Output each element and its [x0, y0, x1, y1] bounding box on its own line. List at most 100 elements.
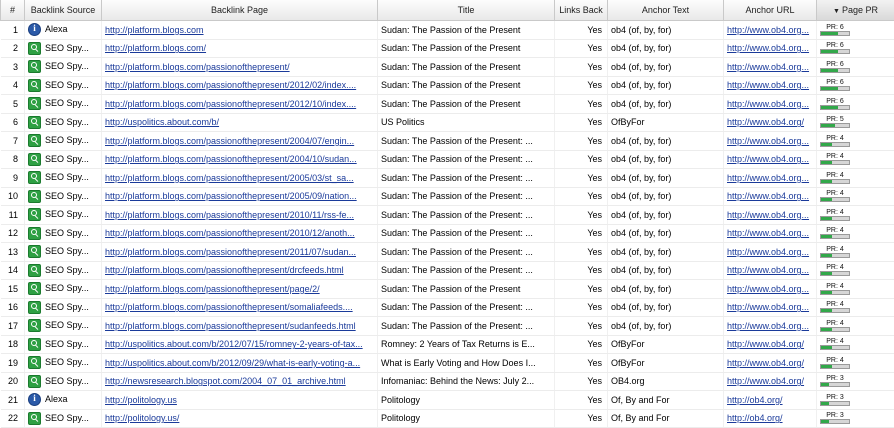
anchor-url-link[interactable]: http://www.ob4.org/ [727, 376, 804, 386]
table-row[interactable]: 4SEO Spy...http://platform.blogs.com/pas… [1, 76, 894, 95]
pagerank-bar [820, 253, 850, 258]
backlink-page-link[interactable]: http://newsresearch.blogspot.com/2004_07… [105, 376, 346, 386]
column-header-anchor-text[interactable]: Anchor Text [608, 0, 724, 21]
backlink-page-link[interactable]: http://platform.blogs.com/passionofthepr… [105, 173, 354, 183]
column-header-anchor-url[interactable]: Anchor URL [724, 0, 817, 21]
backlink-page-link[interactable]: http://platform.blogs.com [105, 25, 204, 35]
backlink-page-cell: http://platform.blogs.com/passionofthepr… [102, 95, 378, 114]
anchor-url-link[interactable]: http://www.ob4.org... [727, 62, 809, 72]
table-row[interactable]: 9SEO Spy...http://platform.blogs.com/pas… [1, 169, 894, 188]
table-row[interactable]: 19SEO Spy...http://uspolitics.about.com/… [1, 354, 894, 373]
backlink-source-label: SEO Spy... [45, 61, 89, 71]
column-header-backlink-source[interactable]: Backlink Source [25, 0, 102, 21]
anchor-url-link[interactable]: http://www.ob4.org... [727, 247, 809, 257]
seo-spyglass-icon [28, 97, 41, 110]
table-row[interactable]: 1Alexahttp://platform.blogs.comSudan: Th… [1, 21, 894, 40]
anchor-url-link[interactable]: http://www.ob4.org/ [727, 117, 804, 127]
anchor-url-link[interactable]: http://www.ob4.org... [727, 210, 809, 220]
backlink-page-link[interactable]: http://uspolitics.about.com/b/2012/09/29… [105, 358, 360, 368]
table-row[interactable]: 22SEO Spy...http://politology.us/Politol… [1, 409, 894, 428]
backlink-page-link[interactable]: http://platform.blogs.com/passionofthepr… [105, 247, 356, 257]
anchor-url-link[interactable]: http://www.ob4.org... [727, 265, 809, 275]
anchor-url-link[interactable]: http://www.ob4.org... [727, 173, 809, 183]
table-row[interactable]: 16SEO Spy...http://platform.blogs.com/pa… [1, 298, 894, 317]
table-row[interactable]: 2SEO Spy...http://platform.blogs.com/Sud… [1, 39, 894, 58]
table-row[interactable]: 13SEO Spy...http://platform.blogs.com/pa… [1, 243, 894, 262]
title-cell: Sudan: The Passion of the Present: ... [378, 298, 555, 317]
table-row[interactable]: 12SEO Spy...http://platform.blogs.com/pa… [1, 224, 894, 243]
page-pr-cell: PR: 6 [817, 21, 894, 40]
anchor-url-link[interactable]: http://www.ob4.org... [727, 284, 809, 294]
table-row[interactable]: 3SEO Spy...http://platform.blogs.com/pas… [1, 58, 894, 77]
backlink-page-link[interactable]: http://platform.blogs.com/passionofthepr… [105, 228, 355, 238]
table-row[interactable]: 15SEO Spy...http://platform.blogs.com/pa… [1, 280, 894, 299]
backlink-page-link[interactable]: http://platform.blogs.com/ [105, 43, 206, 53]
backlink-source-label: SEO Spy... [45, 283, 89, 293]
backlink-page-link[interactable]: http://politology.us [105, 395, 177, 405]
backlink-page-link[interactable]: http://platform.blogs.com/passionofthepr… [105, 210, 354, 220]
backlink-page-link[interactable]: http://platform.blogs.com/passionofthepr… [105, 136, 354, 146]
table-row[interactable]: 14SEO Spy...http://platform.blogs.com/pa… [1, 261, 894, 280]
backlink-source-cell: SEO Spy... [25, 261, 102, 280]
anchor-url-link[interactable]: http://www.ob4.org... [727, 43, 809, 53]
backlink-page-link[interactable]: http://platform.blogs.com/passionofthepr… [105, 62, 290, 72]
anchor-url-link[interactable]: http://www.ob4.org/ [727, 358, 804, 368]
table-row[interactable]: 10SEO Spy...http://platform.blogs.com/pa… [1, 187, 894, 206]
pagerank-label: PR: 6 [820, 79, 850, 86]
column-header-title[interactable]: Title [378, 0, 555, 21]
anchor-url-link[interactable]: http://ob4.org/ [727, 395, 783, 405]
title-cell: Sudan: The Passion of the Present: ... [378, 132, 555, 151]
column-header-backlink-page[interactable]: Backlink Page [102, 0, 378, 21]
anchor-url-link[interactable]: http://www.ob4.org... [727, 136, 809, 146]
pagerank-bar [820, 197, 850, 202]
backlink-source-label: SEO Spy... [45, 228, 89, 238]
backlink-source-label: SEO Spy... [45, 154, 89, 164]
table-row[interactable]: 8SEO Spy...http://platform.blogs.com/pas… [1, 150, 894, 169]
backlink-page-link[interactable]: http://platform.blogs.com/passionofthepr… [105, 99, 356, 109]
anchor-url-cell: http://www.ob4.org... [724, 243, 817, 262]
table-row[interactable]: 5SEO Spy...http://platform.blogs.com/pas… [1, 95, 894, 114]
anchor-url-link[interactable]: http://www.ob4.org/ [727, 339, 804, 349]
table-row[interactable]: 17SEO Spy...http://platform.blogs.com/pa… [1, 317, 894, 336]
anchor-url-link[interactable]: http://www.ob4.org... [727, 302, 809, 312]
column-header-links-back[interactable]: Links Back [555, 0, 608, 21]
anchor-url-link[interactable]: http://www.ob4.org... [727, 321, 809, 331]
anchor-url-cell: http://www.ob4.org... [724, 150, 817, 169]
backlink-page-link[interactable]: http://platform.blogs.com/passionofthepr… [105, 321, 356, 331]
table-row[interactable]: 21Alexahttp://politology.usPolitologyYes… [1, 391, 894, 410]
title-cell: Sudan: The Passion of the Present [378, 76, 555, 95]
backlink-page-link[interactable]: http://uspolitics.about.com/b/ [105, 117, 219, 127]
pagerank-label: PR: 4 [820, 357, 850, 364]
backlink-page-link[interactable]: http://uspolitics.about.com/b/2012/07/15… [105, 339, 363, 349]
anchor-url-link[interactable]: http://www.ob4.org... [727, 25, 809, 35]
pagerank-bar-fill [821, 50, 838, 53]
table-row[interactable]: 18SEO Spy...http://uspolitics.about.com/… [1, 335, 894, 354]
backlink-page-link[interactable]: http://platform.blogs.com/passionofthepr… [105, 302, 353, 312]
backlink-page-link[interactable]: http://platform.blogs.com/passionofthepr… [105, 154, 357, 164]
backlink-page-cell: http://politology.us [102, 391, 378, 410]
anchor-url-link[interactable]: http://www.ob4.org... [727, 228, 809, 238]
backlink-page-link[interactable]: http://platform.blogs.com/passionofthepr… [105, 80, 356, 90]
links-back-cell: Yes [555, 58, 608, 77]
anchor-text-cell: ob4 (of, by, for) [608, 76, 724, 95]
backlink-source-label: SEO Spy... [45, 302, 89, 312]
table-row[interactable]: 11SEO Spy...http://platform.blogs.com/pa… [1, 206, 894, 225]
anchor-url-link[interactable]: http://www.ob4.org... [727, 80, 809, 90]
column-header-page-pr[interactable]: ▼Page PR [817, 0, 894, 21]
table-row[interactable]: 20SEO Spy...http://newsresearch.blogspot… [1, 372, 894, 391]
backlink-page-link[interactable]: http://platform.blogs.com/passionofthepr… [105, 265, 344, 275]
table-row[interactable]: 6SEO Spy...http://uspolitics.about.com/b… [1, 113, 894, 132]
column-header-num[interactable]: # [1, 0, 25, 21]
anchor-url-link[interactable]: http://www.ob4.org... [727, 191, 809, 201]
backlink-page-link[interactable]: http://platform.blogs.com/passionofthepr… [105, 284, 320, 294]
backlink-page-link[interactable]: http://platform.blogs.com/passionofthepr… [105, 191, 357, 201]
backlink-page-link[interactable]: http://politology.us/ [105, 413, 179, 423]
anchor-url-link[interactable]: http://ob4.org/ [727, 413, 783, 423]
backlink-source-label: SEO Spy... [45, 191, 89, 201]
backlink-page-cell: http://platform.blogs.com/passionofthepr… [102, 280, 378, 299]
pagerank-bar-fill [821, 106, 838, 109]
table-row[interactable]: 7SEO Spy...http://platform.blogs.com/pas… [1, 132, 894, 151]
pagerank-bar [820, 364, 850, 369]
anchor-url-link[interactable]: http://www.ob4.org... [727, 99, 809, 109]
anchor-url-link[interactable]: http://www.ob4.org... [727, 154, 809, 164]
